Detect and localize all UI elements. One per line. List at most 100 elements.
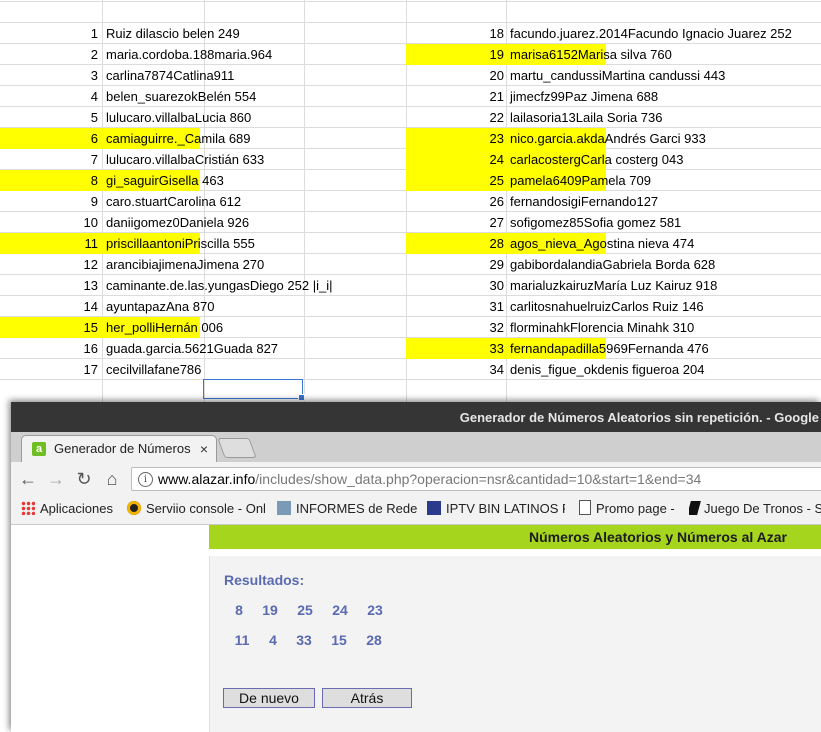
result-number: 25 bbox=[297, 602, 313, 618]
reload-icon[interactable]: ↻ bbox=[71, 462, 97, 496]
row-number-cell[interactable]: 30 bbox=[406, 275, 504, 296]
tab-close-icon[interactable]: × bbox=[200, 436, 208, 462]
row-number-cell[interactable]: 31 bbox=[406, 296, 504, 317]
row-number-cell[interactable]: 33 bbox=[406, 338, 504, 359]
back-button[interactable]: Atrás bbox=[322, 688, 412, 708]
entry-text-cell[interactable]: Ruiz dilascio belen 249 bbox=[106, 23, 240, 44]
row-number-cell[interactable]: 4 bbox=[0, 86, 98, 107]
tab-generador[interactable]: a Generador de Números × bbox=[21, 435, 217, 462]
entry-text-cell[interactable]: belen_suarezokBelén 554 bbox=[106, 86, 256, 107]
bookmark-promo[interactable]: Promo page - bbox=[579, 496, 679, 522]
entry-text-cell[interactable]: carlacostergCarla costerg 043 bbox=[510, 149, 683, 170]
entry-text-cell[interactable]: carlitosnahuelruizCarlos Ruiz 146 bbox=[510, 296, 704, 317]
row-number-cell[interactable]: 13 bbox=[0, 275, 98, 296]
bookmark-label: IPTV BIN LATINOS P bbox=[446, 501, 565, 516]
entry-text-cell[interactable]: nico.garcia.akdaAndrés Garci 933 bbox=[510, 128, 706, 149]
row-number-cell[interactable]: 23 bbox=[406, 128, 504, 149]
row-number-cell[interactable]: 9 bbox=[0, 191, 98, 212]
result-number: 24 bbox=[332, 602, 348, 618]
grid-row-line bbox=[0, 1, 821, 2]
row-number-cell[interactable]: 1 bbox=[0, 23, 98, 44]
results-label: Resultados: bbox=[224, 572, 305, 588]
entry-text-cell[interactable]: daniigomez0Daniela 926 bbox=[106, 212, 249, 233]
entry-text-cell[interactable]: cecilvillafane786 bbox=[106, 359, 201, 380]
entry-text-cell[interactable]: guada.garcia.5621Guada 827 bbox=[106, 338, 278, 359]
row-number-cell[interactable]: 29 bbox=[406, 254, 504, 275]
apps-grid-icon bbox=[21, 501, 35, 515]
row-number-cell[interactable]: 27 bbox=[406, 212, 504, 233]
entry-text-cell[interactable]: fernandosigiFernando127 bbox=[510, 191, 658, 212]
entry-text-cell[interactable]: gi_saguirGisella 463 bbox=[106, 170, 224, 191]
entry-text-cell[interactable]: maria.cordoba.188maria.964 bbox=[106, 44, 272, 65]
entry-text-cell[interactable]: lulucaro.villalbaLucia 860 bbox=[106, 107, 251, 128]
row-number-cell[interactable]: 25 bbox=[406, 170, 504, 191]
row-number-cell[interactable]: 3 bbox=[0, 65, 98, 86]
entry-text-cell[interactable]: arancibiajimenaJimena 270 bbox=[106, 254, 264, 275]
row-number-cell[interactable]: 24 bbox=[406, 149, 504, 170]
bookmark-got[interactable]: Juego De Tronos - S bbox=[689, 496, 821, 522]
selected-cell[interactable] bbox=[203, 379, 305, 401]
row-number-cell[interactable]: 28 bbox=[406, 233, 504, 254]
row-number-cell[interactable]: 14 bbox=[0, 296, 98, 317]
bookmark-label: Aplicaciones bbox=[40, 501, 113, 516]
info-icon[interactable]: i bbox=[138, 472, 153, 487]
entry-text-cell[interactable]: camiaguirre._Camila 689 bbox=[106, 128, 251, 149]
row-number-cell[interactable]: 10 bbox=[0, 212, 98, 233]
bookmark-apps[interactable]: Aplicaciones bbox=[21, 496, 113, 522]
entry-text-cell[interactable]: lulucaro.villalbaCristián 633 bbox=[106, 149, 264, 170]
entry-text-cell[interactable]: her_polliHernán 006 bbox=[106, 317, 223, 338]
entry-text-cell[interactable]: ayuntapazAna 870 bbox=[106, 296, 214, 317]
row-number-cell[interactable]: 20 bbox=[406, 65, 504, 86]
entry-text-cell[interactable]: lailasoria13Laila Soria 736 bbox=[510, 107, 663, 128]
entry-text-cell[interactable]: jimecfz99Paz Jimena 688 bbox=[510, 86, 658, 107]
entry-text-cell[interactable]: florminahkFlorencia Minahk 310 bbox=[510, 317, 694, 338]
entry-text-cell[interactable]: denis_figue_okdenis figueroa 204 bbox=[510, 359, 704, 380]
row-number-cell[interactable]: 2 bbox=[0, 44, 98, 65]
row-number-cell[interactable]: 15 bbox=[0, 317, 98, 338]
row-number-cell[interactable]: 5 bbox=[0, 107, 98, 128]
row-number-cell[interactable]: 18 bbox=[406, 23, 504, 44]
row-number-cell[interactable]: 32 bbox=[406, 317, 504, 338]
got-icon bbox=[689, 501, 701, 515]
row-number-cell[interactable]: 6 bbox=[0, 128, 98, 149]
row-number-cell[interactable]: 19 bbox=[406, 44, 504, 65]
entry-text-cell[interactable]: facundo.juarez.2014Facundo Ignacio Juare… bbox=[510, 23, 792, 44]
entry-text-cell[interactable]: caminante.de.las.yungasDiego 252 |i_i| bbox=[106, 275, 332, 296]
row-number-cell[interactable]: 26 bbox=[406, 191, 504, 212]
result-number: 8 bbox=[235, 602, 243, 618]
entry-text-cell[interactable]: carlina7874Catlina911 bbox=[106, 65, 234, 86]
window-title: Generador de Números Aleatorios sin repe… bbox=[459, 410, 819, 425]
bookmark-informes[interactable]: INFORMES de Redes bbox=[277, 496, 417, 522]
entry-text-cell[interactable]: martu_candussiMartina candussi 443 bbox=[510, 65, 725, 86]
entry-text-cell[interactable]: sofigomez85Sofia gomez 581 bbox=[510, 212, 681, 233]
site-header: Números Aleatorios y Números al Azar bbox=[209, 525, 821, 549]
entry-text-cell[interactable]: fernandapadilla5969Fernanda 476 bbox=[510, 338, 709, 359]
row-number-cell[interactable]: 21 bbox=[406, 86, 504, 107]
row-number-cell[interactable]: 11 bbox=[0, 233, 99, 254]
row-number-cell[interactable]: 7 bbox=[0, 149, 98, 170]
entry-text-cell[interactable]: agos_nieva_Agostina nieva 474 bbox=[510, 233, 694, 254]
forward-arrow-icon[interactable]: → bbox=[43, 462, 69, 496]
row-number-cell[interactable]: 16 bbox=[0, 338, 98, 359]
address-bar[interactable]: i www.alazar.info/includes/show_data.php… bbox=[131, 467, 821, 491]
entry-text-cell[interactable]: marisa6152Marisa silva 760 bbox=[510, 44, 672, 65]
entry-text-cell[interactable]: pamela6409Pamela 709 bbox=[510, 170, 651, 191]
row-number-cell[interactable]: 22 bbox=[406, 107, 504, 128]
again-button[interactable]: De nuevo bbox=[223, 688, 315, 708]
window-titlebar[interactable]: Generador de Números Aleatorios sin repe… bbox=[11, 402, 821, 432]
entry-text-cell[interactable]: priscillaantoniPriscilla 555 bbox=[106, 233, 255, 254]
entry-text-cell[interactable]: marialuzkairuzMaría Luz Kairuz 918 bbox=[510, 275, 717, 296]
result-number: 11 bbox=[234, 632, 250, 648]
back-arrow-icon[interactable]: ← bbox=[15, 462, 41, 496]
result-number: 15 bbox=[331, 632, 347, 648]
row-number-cell[interactable]: 12 bbox=[0, 254, 98, 275]
new-tab-button[interactable] bbox=[217, 438, 257, 458]
row-number-cell[interactable]: 17 bbox=[0, 359, 98, 380]
row-number-cell[interactable]: 8 bbox=[0, 170, 98, 191]
home-icon[interactable]: ⌂ bbox=[99, 462, 125, 496]
entry-text-cell[interactable]: gabibordalandiaGabriela Borda 628 bbox=[510, 254, 715, 275]
entry-text-cell[interactable]: caro.stuartCarolina 612 bbox=[106, 191, 241, 212]
bookmark-iptv[interactable]: IPTV BIN LATINOS P bbox=[427, 496, 565, 522]
bookmark-serviio[interactable]: Serviio console - Onl bbox=[127, 496, 267, 522]
row-number-cell[interactable]: 34 bbox=[406, 359, 504, 380]
